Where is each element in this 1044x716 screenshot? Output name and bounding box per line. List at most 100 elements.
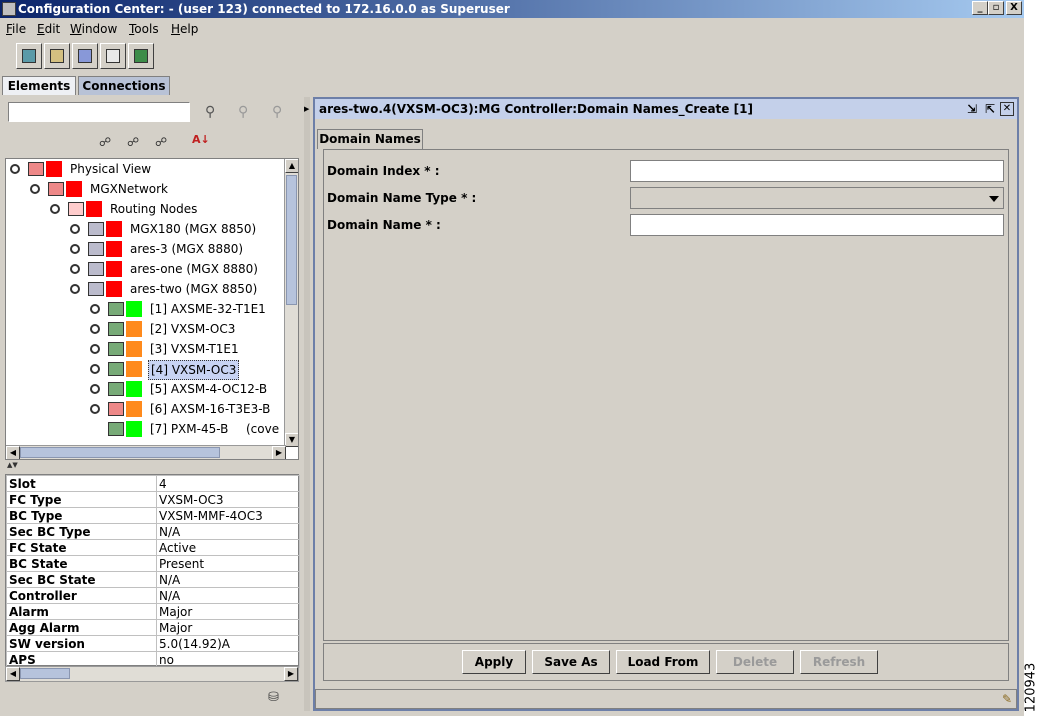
switch-icon (88, 222, 104, 236)
scroll-down-icon[interactable]: ▼ (285, 433, 298, 447)
scroll-right-icon[interactable]: ▶ (284, 667, 298, 681)
find-prev-icon[interactable]: ⚲ (272, 104, 288, 120)
panel-splitter[interactable]: ▶ (304, 97, 310, 711)
property-value: N/A (156, 523, 300, 540)
scroll-thumb[interactable] (20, 668, 70, 679)
key-icon (70, 244, 80, 254)
status-indicator (126, 321, 142, 337)
status-indicator (106, 281, 122, 297)
card-icon (108, 382, 124, 396)
wizard-button[interactable] (72, 43, 98, 69)
menu-tools[interactable]: Tools (129, 22, 159, 36)
divider-arrows-icon[interactable]: ▲▼ (7, 461, 18, 469)
network-button[interactable] (16, 43, 42, 69)
domain-index-input[interactable] (630, 160, 1004, 182)
scroll-right-icon[interactable]: ▶ (272, 446, 286, 459)
split-divider[interactable]: ▲▼ (5, 461, 299, 470)
tree-vertical-scrollbar[interactable]: ▲ ▼ (284, 159, 298, 447)
table-row: Controller N/A (6, 587, 300, 604)
tree-node-label: [6] AXSM-16-T3E3-B (150, 402, 271, 416)
status-indicator (106, 261, 122, 277)
database-icon[interactable]: ⛁ (268, 690, 279, 705)
menu-bar: File Edit Window Tools Help (0, 20, 1024, 40)
key-icon (70, 264, 80, 274)
switch-icon (88, 242, 104, 256)
find-icon[interactable]: ⚲ (205, 104, 221, 120)
status-indicator (106, 241, 122, 257)
property-value: VXSM-MMF-4OC3 (156, 507, 300, 524)
tree-node-suffix: (cove (246, 422, 280, 436)
status-indicator (106, 221, 122, 237)
tab-connections[interactable]: Connections (78, 76, 170, 95)
scroll-up-icon[interactable]: ▲ (285, 159, 298, 173)
scroll-left-icon[interactable]: ◀ (6, 667, 20, 681)
network-node-icon (48, 182, 64, 196)
collapse-tree-icon[interactable]: ☍ (127, 135, 143, 151)
tree-node-label: [5] AXSM-4-OC12-B (150, 382, 268, 396)
domain-name-type-select[interactable] (630, 187, 1004, 209)
property-key: Agg Alarm (6, 619, 157, 636)
load-from-button[interactable]: Load From (616, 650, 710, 674)
scroll-thumb[interactable] (286, 175, 297, 305)
minimize-icon[interactable]: ⇲ (967, 99, 977, 119)
domain-name-input[interactable] (630, 214, 1004, 236)
apply-button[interactable]: Apply (462, 650, 526, 674)
close-button[interactable]: X (1006, 1, 1022, 15)
tree-node-label: [3] VXSM-T1E1 (150, 342, 239, 356)
wizard-icon (78, 49, 92, 63)
restore-icon[interactable]: ⇱ (985, 99, 995, 119)
properties-horizontal-scrollbar[interactable]: ◀ ▶ (5, 666, 299, 682)
switch-icon (88, 282, 104, 296)
key-icon (90, 344, 100, 354)
property-key: BC Type (6, 507, 157, 524)
refresh-button[interactable]: Refresh (800, 650, 878, 674)
expand-tree-icon[interactable]: ☍ (99, 135, 115, 151)
find-next-icon[interactable]: ⚲ (238, 104, 254, 120)
close-icon[interactable]: ✕ (1000, 102, 1014, 116)
property-key: Sec BC State (6, 571, 157, 588)
table-row: Sec BC State N/A (6, 571, 300, 588)
scroll-thumb[interactable] (20, 447, 220, 458)
tree-node-label: Physical View (70, 162, 152, 176)
delete-button[interactable]: Delete (716, 650, 794, 674)
search-input[interactable] (8, 102, 190, 122)
tree-node-label: [1] AXSME-32-T1E1 (150, 302, 266, 316)
status-indicator (126, 381, 142, 397)
menu-file[interactable]: File (6, 22, 26, 36)
splitter-arrow-icon[interactable]: ▶ (304, 105, 309, 113)
menu-help[interactable]: Help (171, 22, 198, 36)
filter-tree-icon[interactable]: ☍ (155, 135, 171, 151)
table-row: Agg Alarm Major (6, 619, 300, 636)
sort-az-icon[interactable]: A↓ (192, 133, 210, 149)
table-row: Slot 4 (6, 475, 300, 492)
tree-horizontal-scrollbar[interactable]: ◀ ▶ (6, 445, 286, 459)
table-row: BC State Present (6, 555, 300, 572)
pin-icon[interactable]: ✎ (1002, 692, 1012, 706)
minimize-button[interactable]: _ (972, 1, 988, 15)
card-icon (108, 402, 124, 416)
menu-window[interactable]: Window (70, 22, 117, 36)
property-key: Controller (6, 587, 157, 604)
tree-node-label: MGXNetwork (90, 182, 168, 196)
save-as-button[interactable]: Save As (532, 650, 610, 674)
table-row: Alarm Major (6, 603, 300, 620)
key-icon (90, 384, 100, 394)
table-row: SW version 5.0(14.92)A (6, 635, 300, 652)
export-button[interactable] (128, 43, 154, 69)
scroll-left-icon[interactable]: ◀ (6, 446, 20, 459)
figure-id: 120943 (1023, 660, 1044, 716)
config-button[interactable] (100, 43, 126, 69)
table-row: Sec BC Type N/A (6, 523, 300, 540)
app-window: Configuration Center: - (user 123) conne… (0, 0, 1024, 716)
switch-icon (88, 262, 104, 276)
tools-button[interactable] (44, 43, 70, 69)
maximize-button[interactable]: ▫ (988, 1, 1004, 15)
tab-elements[interactable]: Elements (2, 76, 76, 95)
tab-domain-names[interactable]: Domain Names (317, 129, 423, 149)
card-icon (108, 422, 124, 436)
status-indicator (46, 161, 62, 177)
card-icon (108, 362, 124, 376)
property-value: 4 (156, 475, 300, 492)
card-icon (108, 302, 124, 316)
menu-edit[interactable]: Edit (37, 22, 60, 36)
